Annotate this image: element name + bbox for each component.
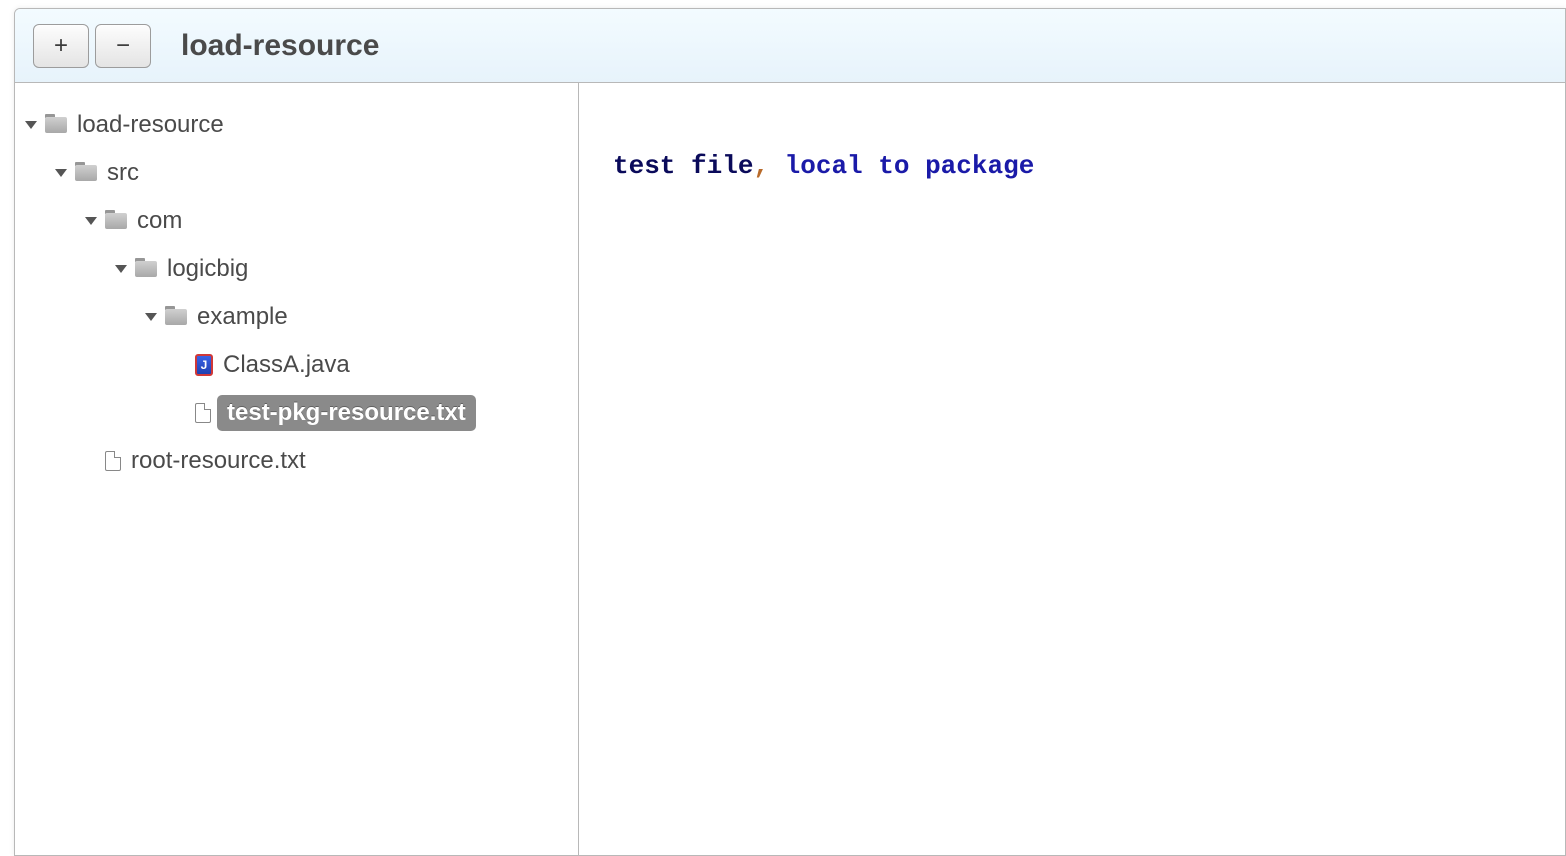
chevron-down-icon[interactable]: [85, 217, 97, 225]
folder-icon: [75, 165, 97, 181]
tree-node-src[interactable]: src: [55, 149, 568, 197]
tree-node-com[interactable]: com: [85, 197, 568, 245]
main-body: load-resource src: [15, 83, 1565, 855]
tree-node-logicbig[interactable]: logicbig: [115, 245, 568, 293]
folder-icon: [165, 309, 187, 325]
tree-node-test-pkg-resource[interactable]: test-pkg-resource.txt: [175, 389, 568, 437]
tree-label: ClassA.java: [219, 349, 354, 381]
tree-node-root-resource[interactable]: root-resource.txt: [85, 437, 568, 485]
chevron-down-icon[interactable]: [25, 121, 37, 129]
tree-label: com: [133, 205, 186, 237]
text-file-icon: [105, 451, 121, 471]
chevron-down-icon[interactable]: [55, 169, 67, 177]
editor-content[interactable]: test file, local to package: [579, 83, 1565, 855]
text-file-icon: [195, 403, 211, 423]
folder-icon: [105, 213, 127, 229]
tree-label: logicbig: [163, 253, 252, 285]
chevron-down-icon[interactable]: [145, 313, 157, 321]
editor-text: test file: [613, 151, 753, 181]
folder-icon: [135, 261, 157, 277]
chevron-down-icon[interactable]: [115, 265, 127, 273]
tree-label: root-resource.txt: [127, 445, 310, 477]
tree-node-project[interactable]: load-resource: [25, 101, 568, 149]
collapse-all-button[interactable]: −: [95, 24, 151, 68]
tree-label: example: [193, 301, 292, 333]
tree-node-example[interactable]: example: [145, 293, 568, 341]
tree-label: load-resource: [73, 109, 228, 141]
minus-icon: −: [116, 32, 130, 60]
plus-icon: +: [54, 32, 68, 60]
file-tree[interactable]: load-resource src: [15, 83, 579, 855]
toolbar-title: load-resource: [181, 29, 379, 63]
folder-icon: [45, 117, 67, 133]
tree-node-classa[interactable]: J ClassA.java: [175, 341, 568, 389]
java-file-icon: J: [195, 354, 213, 376]
editor-text: ,: [753, 151, 769, 181]
toolbar: + − load-resource: [15, 9, 1565, 83]
expand-all-button[interactable]: +: [33, 24, 89, 68]
editor-text: local to package: [769, 151, 1034, 181]
tree-label-selected: test-pkg-resource.txt: [217, 395, 476, 431]
project-window: + − load-resource load-resource: [14, 8, 1566, 856]
tree-label: src: [103, 157, 143, 189]
